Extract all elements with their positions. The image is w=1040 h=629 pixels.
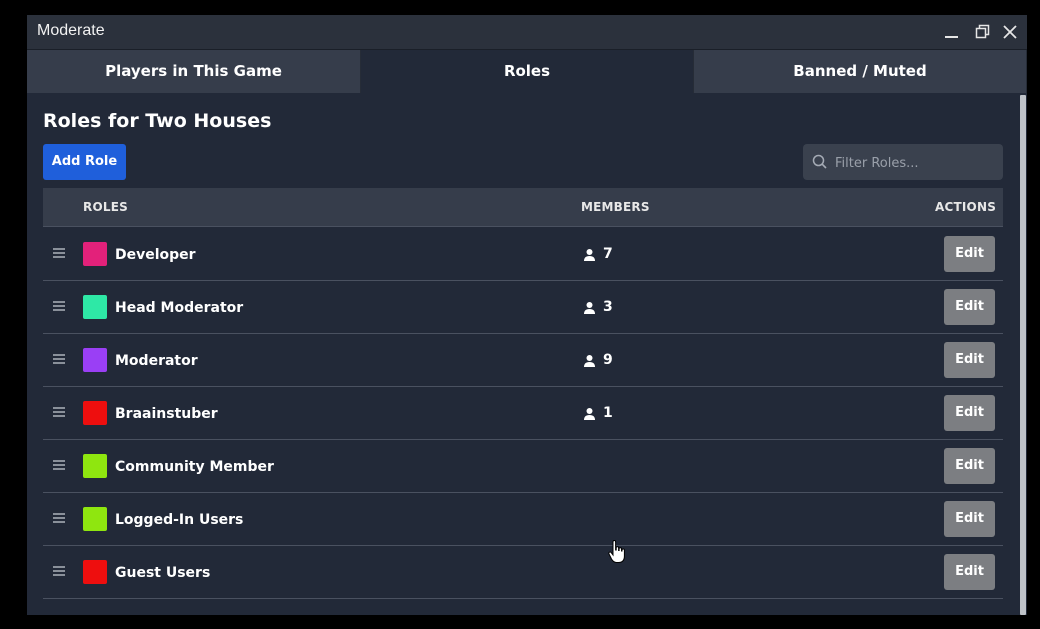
- table-row: Community Member Edit: [43, 440, 1003, 493]
- role-color-swatch: [83, 401, 107, 425]
- page-title: Roles for Two Houses: [43, 110, 272, 132]
- person-icon: [584, 302, 595, 314]
- tab-banned-muted[interactable]: Banned / Muted: [694, 50, 1027, 93]
- minimize-icon[interactable]: [943, 23, 961, 41]
- restore-icon[interactable]: [974, 23, 992, 41]
- scrollbar-thumb[interactable]: [1020, 95, 1026, 615]
- member-count-value: 9: [603, 352, 613, 368]
- edit-role-button[interactable]: Edit: [944, 448, 995, 484]
- drag-handle-icon[interactable]: [53, 513, 65, 523]
- table-row: Developer 7 Edit: [43, 228, 1003, 281]
- table-row: Moderator 9 Edit: [43, 334, 1003, 387]
- role-color-swatch: [83, 295, 107, 319]
- edit-role-button[interactable]: Edit: [944, 395, 995, 431]
- person-icon: [584, 408, 595, 420]
- filter-roles-input[interactable]: [833, 144, 997, 182]
- role-color-swatch: [83, 454, 107, 478]
- hand-cursor-icon: [608, 539, 626, 568]
- role-name: Braainstuber: [115, 406, 218, 422]
- table-row: Guest Users Edit: [43, 546, 1003, 599]
- person-icon: [584, 355, 595, 367]
- tab-players[interactable]: Players in This Game: [27, 50, 361, 93]
- table-row: Logged-In Users Edit: [43, 493, 1003, 546]
- member-count-value: 7: [603, 246, 613, 262]
- member-count-value: 1: [603, 405, 613, 421]
- table-header: ROLES MEMBERS ACTIONS: [43, 188, 1003, 227]
- role-color-swatch: [83, 560, 107, 584]
- edit-role-button[interactable]: Edit: [944, 236, 995, 272]
- window-title: Moderate: [37, 22, 105, 39]
- header-actions: ACTIONS: [935, 200, 997, 214]
- person-icon: [584, 249, 595, 261]
- role-name: Head Moderator: [115, 300, 244, 316]
- add-role-button[interactable]: Add Role: [43, 144, 126, 180]
- role-color-swatch: [83, 348, 107, 372]
- table-row: Head Moderator 3 Edit: [43, 281, 1003, 334]
- role-name: Logged-In Users: [115, 512, 244, 528]
- header-roles: ROLES: [83, 200, 128, 214]
- role-name: Guest Users: [115, 565, 211, 581]
- member-count-value: 3: [603, 299, 613, 315]
- role-color-swatch: [83, 507, 107, 531]
- role-color-swatch: [83, 242, 107, 266]
- edit-role-button[interactable]: Edit: [944, 342, 995, 378]
- title-bar: Moderate: [27, 15, 1027, 50]
- edit-role-button[interactable]: Edit: [944, 289, 995, 325]
- drag-handle-icon[interactable]: [53, 248, 65, 258]
- drag-handle-icon[interactable]: [53, 460, 65, 470]
- close-icon[interactable]: [1001, 23, 1019, 41]
- drag-handle-icon[interactable]: [53, 407, 65, 417]
- tab-bar: Players in This Game Roles Banned / Mute…: [27, 50, 1027, 93]
- tab-roles[interactable]: Roles: [361, 50, 694, 93]
- drag-handle-icon[interactable]: [53, 301, 65, 311]
- moderate-window: Moderate Players in This Game Roles Bann…: [27, 15, 1027, 615]
- search-icon: [812, 154, 828, 174]
- header-members: MEMBERS: [581, 200, 650, 214]
- edit-role-button[interactable]: Edit: [944, 501, 995, 537]
- role-name: Community Member: [115, 459, 274, 475]
- filter-roles-field[interactable]: [803, 144, 1003, 182]
- drag-handle-icon[interactable]: [53, 566, 65, 576]
- edit-role-button[interactable]: Edit: [944, 554, 995, 590]
- role-name: Developer: [115, 247, 196, 263]
- table-row: Braainstuber 1 Edit: [43, 387, 1003, 440]
- role-name: Moderator: [115, 353, 198, 369]
- drag-handle-icon[interactable]: [53, 354, 65, 364]
